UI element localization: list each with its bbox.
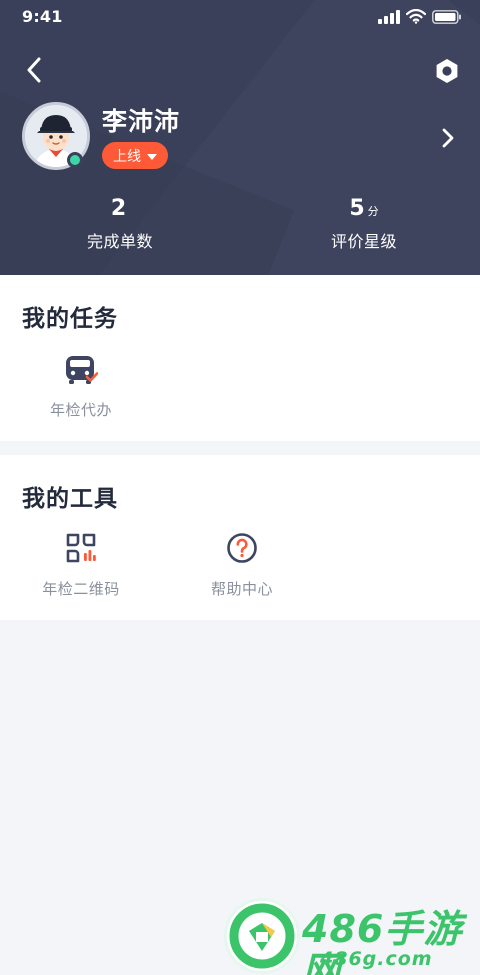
stat-rating-value: 5 <box>349 196 365 221</box>
watermark-domain: 486g.com <box>320 948 433 970</box>
gear-icon <box>436 59 458 83</box>
stat-completed-orders: 2 完成单数 <box>50 194 190 254</box>
stat-rating-unit: 分 <box>367 205 379 218</box>
car-check-icon <box>66 356 98 384</box>
watermark-logo-icon <box>224 898 300 974</box>
profile-detail-arrow[interactable] <box>436 124 460 152</box>
my-tools-section: 我的工具 年检二维码 帮助中心 <box>0 455 480 620</box>
stat-completed-label: 完成单数 <box>86 232 153 251</box>
tool-inspection-qrcode-label: 年检二维码 <box>42 580 120 598</box>
profile-header: 9:41 李沛沛 上线 2 完成单数 5 分 评价星级 <box>0 0 480 275</box>
qrcode-icon <box>66 533 96 563</box>
task-annual-inspection-agent[interactable]: 年检代办 <box>21 351 141 420</box>
my-tools-title: 我的工具 <box>22 486 118 512</box>
chevron-right-icon <box>442 128 454 148</box>
chevron-left-icon <box>27 57 41 83</box>
watermark: 486手游网 486g.com <box>222 898 480 975</box>
user-name: 李沛沛 <box>102 107 181 136</box>
back-button[interactable] <box>16 52 52 88</box>
online-status-dropdown[interactable]: 上线 <box>102 142 168 169</box>
online-status-label: 上线 <box>113 148 141 165</box>
stat-rating-label: 评价星级 <box>330 232 397 251</box>
help-icon <box>227 533 257 563</box>
stat-completed-value: 2 <box>110 196 127 221</box>
caret-down-icon <box>147 153 157 160</box>
tool-inspection-qrcode[interactable]: 年检二维码 <box>21 530 141 599</box>
task-annual-inspection-label: 年检代办 <box>49 401 112 419</box>
signal-icon <box>378 9 400 24</box>
battery-icon <box>432 9 461 24</box>
status-bar-icons <box>378 9 462 24</box>
online-status-dot <box>67 152 83 168</box>
tool-help-center-label: 帮助中心 <box>210 580 273 598</box>
status-bar-time: 9:41 <box>22 7 63 26</box>
tool-help-center[interactable]: 帮助中心 <box>182 530 302 599</box>
settings-button[interactable] <box>428 52 466 90</box>
wifi-icon <box>406 9 426 24</box>
my-tasks-section: 我的任务 年检代办 <box>0 275 480 441</box>
stat-rating: 5分 评价星级 <box>294 194 434 254</box>
my-tasks-title: 我的任务 <box>22 306 118 332</box>
